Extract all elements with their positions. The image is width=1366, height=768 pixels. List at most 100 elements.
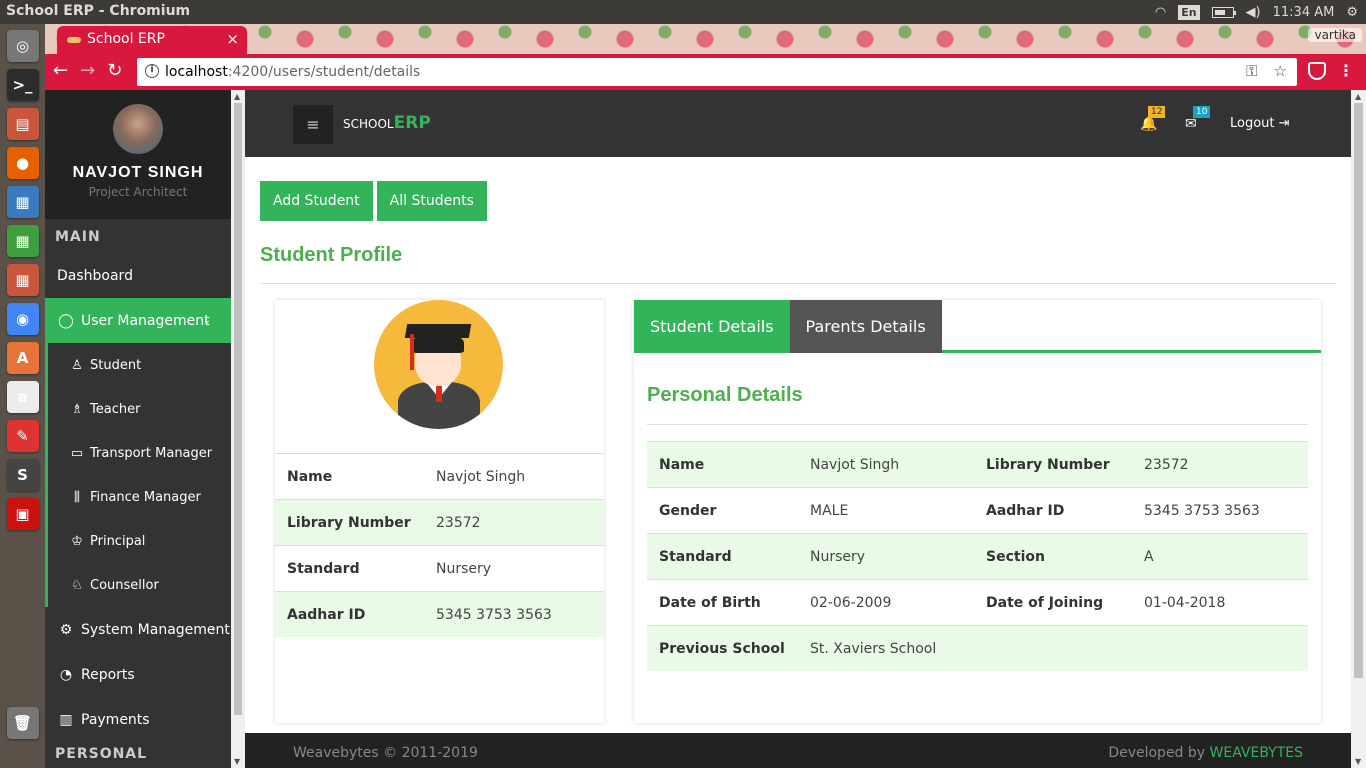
sidebar-item-principal[interactable]: ♔ Principal (48, 519, 231, 563)
bus-icon: ▭ (70, 445, 84, 461)
software-center-icon[interactable]: A (6, 342, 39, 374)
scroll-up-icon[interactable]: ▲ (1355, 92, 1361, 101)
volume-icon[interactable]: ◀) (1246, 5, 1261, 20)
sidebar-item-label: Counsellor (90, 577, 159, 593)
sidebar-item-user-management[interactable]: ◯ User Management ⌄ (45, 298, 231, 343)
copyright: Weavebytes © 2011-2019 (293, 745, 478, 761)
reload-icon[interactable]: ↻ (107, 60, 122, 81)
sidebar-item-system-management[interactable]: ⚙ System Management ‹ (45, 607, 231, 652)
writer-icon[interactable]: ▦ (6, 186, 39, 218)
logout-button[interactable]: Logout ⇥ (1230, 116, 1290, 131)
wifi-icon[interactable]: ◠ (1155, 5, 1166, 20)
profile-row-standard: Standard Nursery (275, 545, 604, 591)
profile-row-name: Name Navjot Singh (275, 453, 604, 499)
sign-out-icon: ⇥ (1278, 116, 1290, 131)
terminal-icon[interactable]: >_ (6, 69, 39, 101)
counsellor-icon: ♘ (71, 577, 83, 593)
browser-tab[interactable]: School ERP × (57, 26, 247, 54)
sidebar-profile: NAVJOT SINGH Project Architect (45, 90, 231, 219)
payments-icon: ▥ (59, 711, 73, 728)
tab-parents-details[interactable]: Parents Details (789, 300, 942, 353)
add-student-button[interactable]: Add Student (260, 181, 373, 221)
field-label: Library Number (986, 456, 1110, 473)
scroll-down-icon[interactable]: ▼ (234, 757, 240, 766)
pie-chart-icon: ◔ (59, 666, 73, 683)
scrollbar-thumb[interactable] (1354, 103, 1363, 678)
sidebar-item-label: System Management (81, 621, 230, 638)
user-circle-icon: ◯ (58, 312, 74, 329)
scrollbar-thumb[interactable] (234, 103, 242, 715)
files-icon[interactable]: ▤ (6, 108, 39, 140)
sidebar-item-label: Transport Manager (90, 445, 213, 461)
amazon-icon[interactable]: a (6, 381, 39, 413)
field-label: Name (287, 468, 333, 485)
app-red-icon[interactable]: ▣ (6, 498, 39, 530)
profile-row-aadhar-id: Aadhar ID 5345 3753 3563 (275, 591, 604, 637)
calc-icon[interactable]: ▦ (6, 225, 39, 257)
window-title: School ERP - Chromium (6, 3, 191, 19)
chromium-icon[interactable]: ◉ (6, 303, 39, 335)
divider (260, 283, 1336, 284)
brand-logo[interactable]: SCHOOLERP (343, 113, 431, 133)
footer: Weavebytes © 2011-2019 Developed by WEAV… (245, 733, 1351, 768)
gear-icon[interactable]: ⚙ (1346, 5, 1358, 20)
battery-icon[interactable] (1211, 6, 1236, 18)
browser-menu-icon[interactable]: ⋮ (1338, 61, 1354, 80)
menu-toggle-icon[interactable]: ≡ (293, 105, 333, 144)
user-role: Project Architect (88, 185, 188, 199)
company-link[interactable]: WEAVEBYTES (1210, 745, 1303, 761)
browser-tab-strip: School ERP × vartika (45, 24, 1366, 54)
tab-student-details[interactable]: Student Details (634, 300, 790, 353)
bar-chart-icon: ⫼ (74, 489, 80, 505)
field-label: Aadhar ID (986, 502, 1065, 519)
os-top-bar: School ERP - Chromium ◠ En ◀) 11:34 AM ⚙ (0, 0, 1366, 24)
table-row: Date of Birth 02-06-2009 Date of Joining… (647, 579, 1308, 625)
sidebar-scrollbar[interactable]: ▲ ▼ (231, 90, 245, 768)
sidebar-item-payments[interactable]: ▥ Payments (45, 697, 231, 742)
system-tray: ◠ En ◀) 11:34 AM ⚙ (1155, 0, 1366, 24)
sidebar-item-counsellor[interactable]: ♘ Counsellor (48, 563, 231, 607)
star-icon[interactable]: ☆ (1274, 62, 1287, 80)
firefox-icon[interactable]: ● (6, 147, 39, 179)
notification-count-badge: 12 (1148, 106, 1166, 118)
trash-icon[interactable]: 🗑 (6, 707, 39, 739)
sidebar-item-transport-manager[interactable]: ▭ Transport Manager (48, 431, 231, 475)
profile-row-library-number: Library Number 23572 (275, 499, 604, 545)
gear-icon: ⚙ (59, 621, 73, 638)
sidebar-item-finance-manager[interactable]: ⫼ Finance Manager (48, 475, 231, 519)
back-icon[interactable]: ← (53, 60, 68, 81)
scroll-up-icon[interactable]: ▲ (234, 92, 240, 101)
field-value: 02-06-2009 (810, 594, 892, 611)
field-value: 01-04-2018 (1144, 594, 1226, 611)
info-icon[interactable]: i (145, 64, 159, 78)
field-label: Standard (287, 560, 360, 577)
clock[interactable]: 11:34 AM (1273, 5, 1335, 20)
profile-user[interactable]: vartika (1308, 28, 1362, 42)
field-value: 23572 (436, 514, 481, 531)
sidebar-item-teacher[interactable]: ♗ Teacher (48, 387, 231, 431)
sidebar-item-student[interactable]: ♙ Student (48, 343, 231, 387)
scroll-down-icon[interactable]: ▼ (1355, 757, 1361, 766)
section-main: MAIN (55, 229, 101, 245)
forward-icon[interactable]: → (80, 60, 95, 81)
notifications-bell-icon[interactable]: 🔔 12 (1140, 106, 1166, 132)
sidebar-item-dashboard[interactable]: Dashboard (45, 253, 231, 298)
page-scrollbar[interactable]: ▲ ▼ (1351, 90, 1366, 768)
address-bar[interactable]: i localhost:4200/users/student/details ⚿… (137, 58, 1297, 86)
settings-tools-icon[interactable]: ✎ (6, 420, 39, 452)
impress-icon[interactable]: ▦ (6, 264, 39, 296)
extension-shield-icon[interactable] (1308, 62, 1326, 80)
keyboard-language[interactable]: En (1178, 4, 1200, 20)
ubuntu-launcher: ◎ >_ ▤ ● ▦ ▦ ▦ ◉ Aa ✎ S ▣ 🗑 (0, 24, 45, 768)
ubuntu-dash-icon[interactable]: ◎ (6, 30, 39, 62)
avatar[interactable] (113, 104, 163, 154)
field-value: 5345 3753 3563 (1144, 502, 1260, 519)
sidebar-item-reports[interactable]: ◔ Reports (45, 652, 231, 697)
field-value: A (1144, 548, 1154, 565)
messages-envelope-icon[interactable]: ✉ 10 (1185, 106, 1211, 132)
all-students-button[interactable]: All Students (376, 181, 487, 221)
close-icon[interactable]: × (226, 30, 239, 48)
key-icon[interactable]: ⚿ (1246, 62, 1257, 80)
table-row: Previous School St. Xaviers School (647, 625, 1308, 671)
sublime-icon[interactable]: S (6, 459, 39, 491)
